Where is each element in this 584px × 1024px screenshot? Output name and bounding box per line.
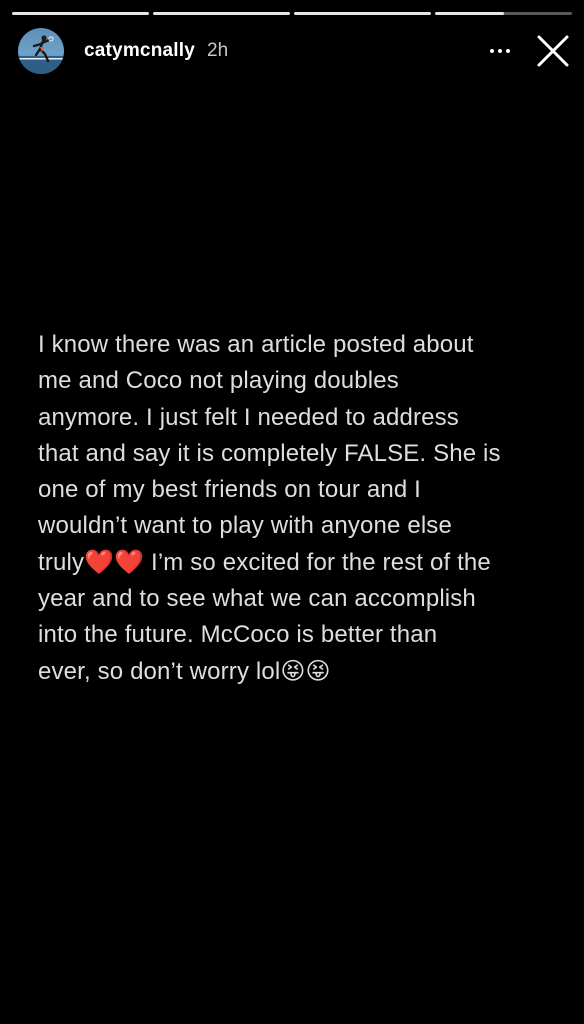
progress-segment-2	[153, 12, 290, 15]
progress-fill	[435, 12, 504, 15]
story-progress-bar	[12, 12, 572, 15]
dot	[506, 49, 510, 53]
story-text: I know there was an article posted about…	[38, 327, 558, 690]
text-line: one of my best friends on tour and I	[38, 476, 421, 504]
progress-fill	[153, 12, 290, 15]
progress-fill	[12, 12, 149, 15]
squinting-tongue-emoji: 😝	[305, 657, 331, 685]
progress-segment-1	[12, 12, 149, 15]
squinting-tongue-emoji: 😝	[280, 657, 306, 685]
avatar[interactable]	[18, 28, 64, 74]
progress-segment-3	[294, 12, 431, 15]
progress-segment-4	[435, 12, 572, 15]
text-line: year and to see what we can accomplish	[38, 585, 476, 613]
progress-fill	[294, 12, 431, 15]
text-line: into the future. McCoco is better than	[38, 621, 438, 649]
close-icon[interactable]	[536, 34, 570, 68]
text-line: that and say it is completely FALSE. She…	[38, 439, 501, 467]
more-horizontal-icon[interactable]	[490, 49, 510, 53]
text-line: truly❤️❤️ I’m so excited for the rest of…	[38, 549, 491, 576]
story-header: catymcnally 2h	[18, 28, 570, 74]
red-heart-emoji: ❤️	[114, 548, 145, 576]
text-fragment: I’m so excited for the rest of the	[144, 548, 491, 576]
text-line: ever, so don’t worry lol😝😝	[38, 658, 331, 685]
text-fragment: ever, so don’t worry lol	[38, 657, 281, 685]
text-line: anymore. I just felt I needed to address	[38, 403, 459, 431]
dot	[490, 49, 494, 53]
header-actions	[490, 34, 570, 68]
text-line: me and Coco not playing doubles	[38, 367, 399, 395]
red-heart-emoji: ❤️	[84, 548, 115, 576]
text-fragment: truly	[38, 548, 85, 576]
text-line: I know there was an article posted about	[38, 331, 474, 358]
dot	[498, 49, 502, 53]
username[interactable]: catymcnally	[84, 40, 195, 62]
tennis-player-icon	[18, 35, 64, 74]
timestamp: 2h	[207, 40, 229, 61]
text-line: wouldn’t want to play with anyone else	[38, 512, 452, 540]
